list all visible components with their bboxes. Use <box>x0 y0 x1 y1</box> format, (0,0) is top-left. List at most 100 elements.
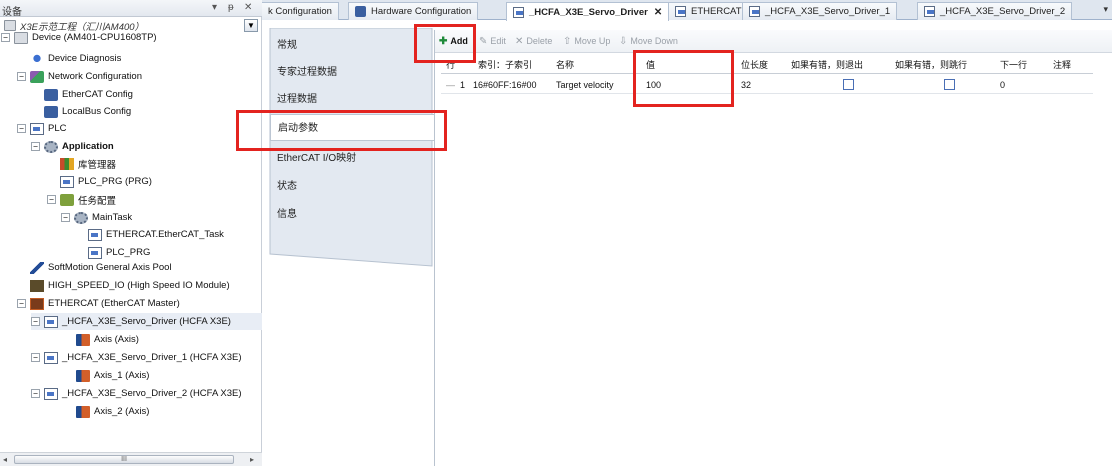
scroll-left-icon[interactable]: ◂ <box>3 455 7 464</box>
tab-hcfa-servo-driver[interactable]: _HCFA_X3E_Servo_Driver ✕ <box>506 2 670 21</box>
tree-item-label: PLC_PRG (PRG) <box>78 176 152 187</box>
tab-network-configuration[interactable]: k Configuration <box>262 2 339 20</box>
add-button-label: Add <box>450 36 468 46</box>
cell-value[interactable]: 100 <box>643 76 661 94</box>
tree-item[interactable]: − _HCFA_X3E_Servo_Driver (HCFA X3E) <box>31 313 262 330</box>
tab-label: k Configuration <box>268 6 332 17</box>
category-ethercat-io-mapping[interactable]: EtherCAT I/O映射 <box>270 145 430 172</box>
tree-item[interactable]: − PLC <box>17 120 66 137</box>
edit-icon: ✎ <box>479 36 488 47</box>
cell-index[interactable]: 16#60FF:16#00 <box>470 76 537 94</box>
collapse-icon[interactable]: − <box>31 142 40 151</box>
column-header-exit-on-error[interactable]: 如果有错，则退出 <box>788 56 863 74</box>
tree-item[interactable]: Device Diagnosis <box>30 50 121 67</box>
tab-hcfa-servo-driver-2[interactable]: _HCFA_X3E_Servo_Driver_2 <box>917 2 1073 20</box>
column-header-row[interactable]: 行 <box>443 56 455 74</box>
tree-item[interactable]: LocalBus Config <box>44 103 131 120</box>
servo-icon <box>44 351 58 364</box>
collapse-icon[interactable]: − <box>31 317 40 326</box>
tab-hcfa-servo-driver-1[interactable]: _HCFA_X3E_Servo_Driver_1 <box>742 2 898 20</box>
delete-button[interactable]: ✕ Delete <box>515 34 552 49</box>
horizontal-scrollbar[interactable]: ◂ III ▸ <box>0 452 262 466</box>
task-config-icon <box>60 193 74 206</box>
tab-overflow-icon[interactable]: ▾ <box>1103 4 1108 15</box>
tree-item-label: Network Configuration <box>48 71 142 82</box>
scroll-right-icon[interactable]: ▸ <box>250 455 254 464</box>
tree-item[interactable]: ETHERCAT.EtherCAT_Task <box>88 226 224 243</box>
category-process-data[interactable]: 过程数据 <box>270 86 430 113</box>
pin-icon[interactable]: ᵽ <box>228 2 234 13</box>
parameters-toolbar: ✚ Add ✎ Edit ✕ Delete ⇧ Move Up ⇩ Move D… <box>435 30 1112 53</box>
add-button[interactable]: ✚ Add <box>439 34 468 49</box>
chevron-down-icon[interactable]: ▼ <box>244 19 258 32</box>
column-header-comment[interactable]: 注释 <box>1050 56 1071 74</box>
tab-label: _HCFA_X3E_Servo_Driver_1 <box>765 6 891 17</box>
tree-item-label: ETHERCAT.EtherCAT_Task <box>106 229 224 240</box>
tree-item-label: ETHERCAT (EtherCAT Master) <box>48 298 180 309</box>
tree-item[interactable]: − _HCFA_X3E_Servo_Driver_2 (HCFA X3E) <box>31 385 242 402</box>
panel-dropdown-icon[interactable]: ▾ <box>212 2 217 13</box>
tree-item[interactable]: EtherCAT Config <box>44 86 133 103</box>
collapse-icon[interactable]: − <box>31 389 40 398</box>
collapse-icon[interactable]: − <box>17 72 26 81</box>
collapse-icon[interactable]: − <box>17 124 26 133</box>
move-up-button[interactable]: ⇧ Move Up <box>563 34 610 49</box>
edit-button[interactable]: ✎ Edit <box>479 34 506 49</box>
tree-item[interactable]: − _HCFA_X3E_Servo_Driver_1 (HCFA X3E) <box>31 349 242 366</box>
table-row[interactable]: — 1 16#60FF:16#00 Target velocity 100 32… <box>441 76 1093 94</box>
tree-item[interactable]: PLC_PRG (PRG) <box>60 173 152 190</box>
axis-icon <box>76 369 90 382</box>
collapse-icon[interactable]: − <box>31 353 40 362</box>
category-status[interactable]: 状态 <box>270 173 430 200</box>
close-icon[interactable]: ✕ <box>244 2 252 13</box>
tree-item[interactable]: − 任务配置 <box>47 191 116 208</box>
device-editor-categories: 常规 专家过程数据 过程数据 启动参数 EtherCAT I/O映射 状态 信息 <box>266 28 438 466</box>
category-information[interactable]: 信息 <box>270 201 430 228</box>
tree-item[interactable]: − ETHERCAT (EtherCAT Master) <box>17 295 180 312</box>
column-header-value[interactable]: 值 <box>643 56 655 74</box>
plc-icon <box>30 122 44 135</box>
close-icon[interactable]: ✕ <box>654 4 662 21</box>
cell-next-line[interactable]: 0 <box>997 76 1005 94</box>
tree-item[interactable]: 库管理器 <box>60 155 116 172</box>
exit-on-error-checkbox[interactable] <box>843 79 854 90</box>
cell-comment[interactable] <box>1050 76 1053 94</box>
device-icon <box>675 6 686 17</box>
tree-item[interactable]: − Device (AM401-CPU1608TP) <box>1 29 157 46</box>
tree-item[interactable]: SoftMotion General Axis Pool <box>30 259 172 276</box>
tree-item[interactable]: Axis_1 (Axis) <box>76 367 149 384</box>
row-marker: — <box>446 80 455 90</box>
column-header-jump-on-error[interactable]: 如果有错，则跳行 <box>892 56 967 74</box>
scrollbar-thumb[interactable]: III <box>14 455 234 464</box>
tree-item-label: Device (AM401-CPU1608TP) <box>32 32 157 43</box>
collapse-icon[interactable]: − <box>1 33 10 42</box>
category-startup-parameters[interactable]: 启动参数 <box>270 114 438 141</box>
column-header-next-line[interactable]: 下一行 <box>997 56 1027 74</box>
device-icon <box>924 6 935 17</box>
collapse-icon[interactable]: − <box>47 195 56 204</box>
tree-item[interactable]: − Network Configuration <box>17 68 142 85</box>
cell-bit-length[interactable]: 32 <box>738 76 751 94</box>
tab-hardware-configuration[interactable]: Hardware Configuration <box>348 2 479 20</box>
collapse-icon[interactable]: − <box>17 299 26 308</box>
move-down-button[interactable]: ⇩ Move Down <box>619 34 678 49</box>
tree-item[interactable]: Axis_2 (Axis) <box>76 403 149 420</box>
jump-on-error-checkbox[interactable] <box>944 79 955 90</box>
column-header-bit-length[interactable]: 位长度 <box>738 56 768 74</box>
axis-icon <box>76 405 90 418</box>
tab-ethercat[interactable]: ETHERCAT <box>668 2 749 20</box>
task-icon <box>74 211 88 224</box>
column-header-index[interactable]: 索引：子索引 <box>475 56 532 74</box>
column-header-name[interactable]: 名称 <box>553 56 574 74</box>
tree-item[interactable]: Axis (Axis) <box>76 331 139 348</box>
device-panel-header: 设备 ▾ ᵽ ✕ <box>0 0 262 18</box>
tree-item[interactable]: − MainTask <box>61 209 132 226</box>
collapse-icon[interactable]: − <box>61 213 70 222</box>
tree-item[interactable]: − Application <box>31 138 114 155</box>
tree-item[interactable]: HIGH_SPEED_IO (High Speed IO Module) <box>30 277 230 294</box>
cell-name[interactable]: Target velocity <box>553 76 614 94</box>
category-general[interactable]: 常规 <box>270 32 430 59</box>
move-down-button-label: Move Down <box>630 36 678 46</box>
category-expert-process-data[interactable]: 专家过程数据 <box>270 59 430 86</box>
tab-label: _HCFA_X3E_Servo_Driver_2 <box>940 6 1066 17</box>
